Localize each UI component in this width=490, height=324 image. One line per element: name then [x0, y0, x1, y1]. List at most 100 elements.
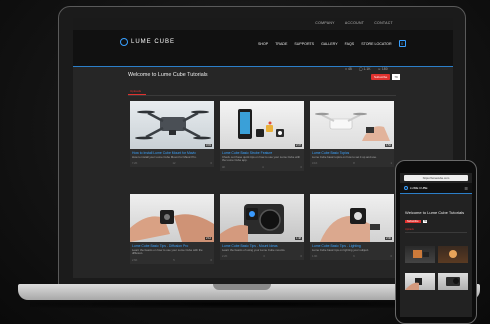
video-stats: 2.2K 3 0 [222, 255, 302, 258]
phone-subscribe-group: Subscribe 79 [405, 220, 428, 223]
stat-views: ◯ 1.1K [358, 67, 371, 71]
video-thumbnail[interactable]: 2:30 [310, 194, 394, 242]
logo-ring-icon [120, 38, 128, 46]
stat-subs: ☺ 180 [377, 67, 388, 71]
phone-video-thumbnail[interactable] [405, 273, 435, 290]
phone-video-thumbnail[interactable] [405, 246, 435, 263]
phone-subscribe-count: 79 [422, 220, 428, 223]
video-duration: 1:48 [294, 237, 302, 240]
phone-thumb-art [413, 250, 429, 258]
phone-tab-uploads[interactable]: Uploads [405, 228, 414, 231]
video-description: Learn the basics of using your Lume Cube… [222, 248, 286, 252]
video-thumbnail[interactable]: 1:48 [220, 194, 304, 242]
phone-cube-thumbnail-art [238, 109, 284, 139]
tab-uploads[interactable]: Uploads [130, 89, 141, 93]
page-title: Welcome to Lume Cube Tutorials [128, 72, 208, 78]
top-link-account[interactable]: ACCOUNT [345, 21, 364, 25]
video-likes: 3 [263, 255, 265, 259]
cart-icon[interactable]: 0 [398, 40, 406, 47]
top-link-contact[interactable]: CONTACT [374, 21, 393, 25]
stat-videos: □ 45 [345, 67, 352, 71]
cart-count: 0 [400, 41, 404, 46]
video-comments: 0 [300, 255, 302, 259]
video-views: 3.1K [312, 162, 318, 166]
subscribe-button[interactable]: Subscribe [371, 74, 391, 80]
video-description: How to install your Lume Cube Mount for … [132, 155, 197, 159]
video-duration: 2:30 [384, 237, 392, 240]
phone-address-bar[interactable]: https://lumecube.com [404, 175, 468, 181]
video-stats: 1.9K 6 0 [312, 255, 392, 258]
nav-item-gallery[interactable]: GALLERY [321, 42, 338, 46]
video-views: 7.2K [132, 162, 138, 166]
video-stats: 2.6K 5 0 [132, 259, 212, 262]
nav-item-supports[interactable]: SUPPORTS [294, 42, 314, 46]
phone-logo[interactable]: LUME CUBE [404, 186, 428, 190]
stat-views-value: 1.1K [363, 67, 371, 71]
video-thumbnail[interactable]: 1:52 [310, 101, 394, 149]
subscribe-count: 79 [392, 74, 400, 80]
video-likes: 4 [262, 165, 264, 169]
video-duration: 3:03 [204, 144, 212, 147]
logo-text: LUME CUBE [131, 39, 176, 45]
phone-screen: https://lumecube.com LUME CUBE ☰ Welcome… [400, 173, 472, 317]
video-comments: 0 [210, 258, 212, 262]
phone-page-title: Welcome to Lume Cube Tutorials [405, 210, 465, 215]
hands-cube-thumbnail-art [130, 210, 214, 242]
nav-menu: SHOP TRADE SUPPORTS GALLERY FAQS STORE L… [258, 40, 406, 47]
video-views: 1.9K [312, 255, 318, 259]
video-thumbnail[interactable]: 2:12 [130, 194, 214, 242]
channel-stats: □ 45 ◯ 1.1K ☺ 180 [345, 67, 388, 71]
video-views: 2.6K [132, 258, 138, 262]
video-stats: 7.2K 12 0 [132, 162, 212, 165]
video-description: Lume Cube basic tips on lighting your su… [312, 248, 370, 252]
video-stats: 4K 4 0 [222, 166, 302, 169]
phone-thumb-art [446, 277, 460, 286]
video-card[interactable]: 1:52 Lume Cube Basic Topics Lume Cube ba… [310, 101, 394, 168]
video-views: 2.2K [222, 255, 228, 259]
video-thumbnail[interactable]: 3:03 [130, 101, 214, 149]
phone-video-thumbnail[interactable] [438, 246, 468, 263]
video-description: Check out these quick tips on how to use… [222, 155, 301, 163]
video-card[interactable]: 2:12 Lume Cube Basic Tips - Diffusion Pr… [130, 194, 214, 264]
top-link-company[interactable]: COMPANY [315, 21, 335, 25]
phone-logo-ring-icon [404, 186, 408, 190]
tab-divider [128, 95, 396, 96]
video-description: Learn the basics on how to use your Lume… [132, 248, 203, 256]
phone-thumb-art [405, 278, 422, 290]
video-comments: 0 [210, 162, 212, 166]
device-mockup-scene: COMPANY ACCOUNT CONTACT LUME CUBE SHOP T… [0, 0, 490, 324]
video-card[interactable]: 2:30 Lume Cube Basic Tips - Lighting Lum… [310, 194, 394, 261]
site-logo[interactable]: LUME CUBE [120, 38, 175, 46]
nav-item-store-locator[interactable]: STORE LOCATOR [361, 42, 391, 46]
video-duration: 2:12 [204, 237, 212, 240]
video-likes: 12 [172, 162, 176, 166]
stat-subs-value: 180 [381, 67, 388, 71]
video-duration: 1:52 [384, 144, 392, 147]
nav-item-trade[interactable]: TRADE [275, 42, 287, 46]
hamburger-icon[interactable]: ☰ [464, 186, 468, 191]
top-bar [73, 18, 453, 30]
video-description: Lume Cube basic topics on how to set it … [312, 155, 377, 159]
video-views: 4K [222, 165, 226, 169]
phone-video-thumbnail[interactable] [438, 273, 468, 290]
main-navbar [73, 30, 453, 67]
camera-cube-thumbnail-art [220, 204, 284, 242]
video-likes: 5 [173, 258, 175, 262]
video-comments: 1 [390, 162, 392, 166]
video-likes: 8 [353, 162, 355, 166]
video-stats: 3.1K 8 1 [312, 162, 392, 165]
video-card[interactable]: 1:48 Lume Cube Basic Tips - Mount Ideas … [220, 194, 304, 261]
nav-item-shop[interactable]: SHOP [258, 42, 268, 46]
subscribe-group: Subscribe 79 [371, 74, 400, 80]
nav-item-faqs[interactable]: FAQS [345, 42, 355, 46]
video-card[interactable]: 2:47 Lume Cube Basic Strobe Feature Chec… [220, 101, 304, 171]
video-thumbnail[interactable]: 2:47 [220, 101, 304, 149]
video-card[interactable]: 3:03 How to Install Lume Cube Mount for … [130, 101, 214, 168]
top-links: COMPANY ACCOUNT CONTACT [315, 21, 393, 25]
video-comments: 0 [390, 255, 392, 259]
phone-subscribe-button[interactable]: Subscribe [405, 220, 421, 223]
white-drone-thumbnail-art [315, 112, 390, 141]
video-likes: 6 [353, 255, 355, 259]
laptop-notch [213, 284, 271, 290]
phone-logo-text: LUME CUBE [410, 186, 428, 190]
